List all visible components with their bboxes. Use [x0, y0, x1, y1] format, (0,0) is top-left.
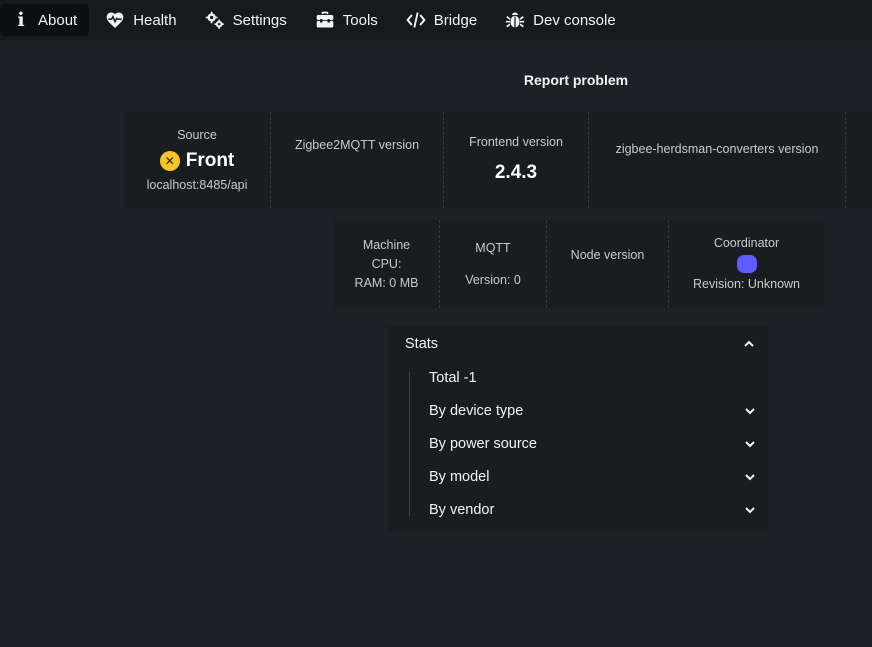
zhc-version-label: zigbee-herdsman-converters version [615, 142, 819, 156]
frontend-version-value: 2.4.3 [494, 162, 538, 183]
tab-label: Settings [232, 11, 287, 29]
stats-by-device-type[interactable]: By device type [410, 394, 756, 427]
report-problem-link[interactable]: Report problem [0, 72, 872, 88]
version-info-row: Source ✕ Front localhost:8485/api Zigbee… [124, 112, 872, 208]
ram-value: RAM: 0 MB [354, 275, 419, 290]
stats-header[interactable]: Stats [405, 336, 755, 352]
next-version-cell [846, 112, 872, 208]
stats-total: Total -1 [410, 362, 756, 394]
stats-list: Total -1 By device type By power source … [409, 370, 756, 518]
mqtt-label: MQTT [475, 240, 511, 255]
source-url: localhost:8485/api [146, 177, 248, 192]
tab-label: Dev console [533, 11, 616, 29]
stats-by-vendor[interactable]: By vendor [410, 493, 756, 526]
coordinator-revision: Revision: Unknown [693, 277, 800, 291]
stats-panel: Stats Total -1 By device type By power s… [388, 326, 768, 532]
tab-settings[interactable]: Settings [191, 4, 299, 36]
tab-label: About [38, 11, 78, 29]
tab-dev-console[interactable]: Dev console [491, 4, 628, 36]
source-value: Front [185, 149, 235, 171]
source-status: ✕ Front [159, 149, 235, 172]
mqtt-cell: MQTT Version: 0 [440, 220, 547, 308]
code-icon [406, 10, 426, 30]
source-cell: Source ✕ Front localhost:8485/api [124, 112, 271, 208]
tab-label: Health [133, 11, 177, 29]
frontend-version-label: Frontend version [469, 135, 563, 149]
tab-bridge[interactable]: Bridge [392, 4, 489, 36]
source-label: Source [177, 127, 217, 142]
coordinator-cell: Coordinator Revision: Unknown [669, 220, 824, 308]
tab-about[interactable]: i About [0, 4, 90, 36]
tab-tools[interactable]: Tools [301, 4, 390, 36]
stats-section-label: By power source [429, 435, 537, 452]
chevron-down-icon[interactable] [744, 438, 756, 450]
chevron-up-icon[interactable] [743, 338, 755, 350]
z2m-version-label: Zigbee2MQTT version [294, 138, 420, 152]
stats-by-model[interactable]: By model [410, 460, 756, 493]
z2m-version-cell: Zigbee2MQTT version [271, 112, 444, 208]
gears-icon [205, 10, 225, 30]
cpu-value: CPU: [371, 256, 402, 271]
coordinator-label: Coordinator [713, 236, 780, 250]
top-nav: i About Health Settings Tools Bridge Dev… [0, 0, 872, 40]
mqtt-version: Version: 0 [465, 272, 521, 287]
tab-health[interactable]: Health [91, 4, 188, 36]
stats-section-label: By vendor [429, 501, 495, 518]
tab-label: Bridge [433, 11, 478, 29]
node-version-cell: Node version [547, 220, 669, 308]
system-info-row: Machine CPU: RAM: 0 MB MQTT Version: 0 N… [334, 220, 824, 308]
warning-x-icon: ✕ [159, 150, 180, 171]
stats-total-label: Total -1 [429, 370, 477, 386]
frontend-version-cell: Frontend version 2.4.3 [444, 112, 589, 208]
machine-label: Machine [362, 237, 411, 252]
stats-section-label: By model [429, 468, 490, 485]
zhc-version-cell: zigbee-herdsman-converters version [589, 112, 846, 208]
tab-label: Tools [342, 11, 378, 29]
chevron-down-icon[interactable] [744, 504, 756, 516]
stats-by-power-source[interactable]: By power source [410, 427, 756, 460]
toolbox-icon [315, 10, 335, 30]
chevron-down-icon[interactable] [744, 405, 756, 417]
heartbeat-icon [105, 10, 125, 30]
bug-icon [505, 10, 525, 30]
chevron-down-icon[interactable] [744, 471, 756, 483]
stats-section-label: By device type [429, 402, 524, 419]
info-icon: i [17, 9, 25, 31]
node-version-label: Node version [570, 248, 645, 262]
machine-cell: Machine CPU: RAM: 0 MB [334, 220, 440, 308]
stats-title: Stats [405, 336, 439, 352]
coordinator-status-dot [736, 255, 757, 273]
